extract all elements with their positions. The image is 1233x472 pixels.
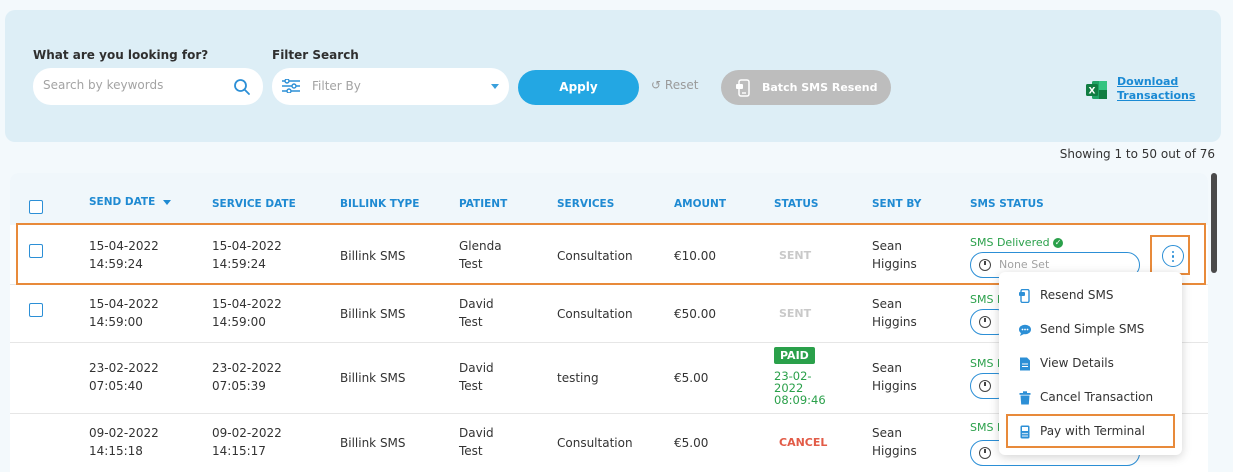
resend-sms-icon: [1019, 289, 1030, 303]
sent-by: Sean Higgins: [872, 297, 917, 329]
actions-highlight: [1150, 235, 1190, 275]
excel-icon[interactable]: X: [1086, 80, 1108, 100]
col-send-date[interactable]: SEND DATE: [89, 196, 172, 208]
amount: €5.00: [674, 371, 709, 385]
filter-placeholder: Filter By: [312, 79, 361, 93]
sent-by: Sean Higgins: [872, 361, 917, 393]
service: Consultation: [557, 436, 633, 450]
send-date: 09-02-2022 14:15:18: [89, 426, 159, 458]
status-badge: SENT: [779, 307, 812, 320]
col-status: STATUS: [774, 198, 819, 210]
sliders-icon: [282, 79, 300, 93]
table-header: SEND DATE SERVICE DATE BILLINK TYPE PATI…: [10, 173, 1208, 225]
download-line1: Download: [1117, 75, 1179, 88]
paid-date: 23-02- 2022 08:09:46: [774, 369, 826, 407]
batch-sms-label: Batch SMS Resend: [762, 81, 878, 94]
service: testing: [557, 371, 599, 385]
search-input[interactable]: [43, 78, 228, 92]
batch-sms-resend-button[interactable]: Batch SMS Resend: [721, 70, 891, 105]
scrollbar[interactable]: [1211, 173, 1217, 273]
filter-select[interactable]: Filter By: [272, 68, 509, 105]
col-billink-type: BILLINK TYPE: [340, 198, 420, 210]
service: Consultation: [557, 307, 633, 321]
menu-item-send-simple-sms[interactable]: Send Simple SMS: [999, 316, 1182, 344]
apply-button[interactable]: Apply: [518, 70, 639, 105]
download-line2: Transactions: [1117, 89, 1196, 102]
status-badge: PAID: [774, 347, 815, 364]
patient: David Test: [459, 297, 494, 329]
trash-icon: [1019, 391, 1031, 405]
amount: €5.00: [674, 436, 709, 450]
col-service-date: SERVICE DATE: [212, 198, 296, 210]
amount: €50.00: [674, 307, 716, 321]
billink-type: Billink SMS: [340, 307, 406, 321]
menu-item-cancel-transaction[interactable]: Cancel Transaction: [999, 384, 1182, 412]
billink-type: Billink SMS: [340, 371, 406, 385]
pay-terminal-highlight: [1006, 414, 1175, 448]
col-patient: PATIENT: [459, 198, 508, 210]
sort-desc-icon[interactable]: [163, 199, 172, 205]
reset-label: Reset: [664, 78, 699, 92]
clock-icon: [979, 447, 991, 459]
send-date: 15-04-2022 14:59:00: [89, 297, 159, 329]
select-all-checkbox[interactable]: [29, 200, 43, 214]
col-sms-status: SMS STATUS: [970, 198, 1044, 210]
filter-label: Filter Search: [272, 48, 359, 62]
batch-sms-icon: [736, 79, 750, 97]
reset-icon: ↺: [651, 78, 662, 92]
chat-bubble-icon: [1019, 324, 1031, 336]
service-date: 15-04-2022 14:59:00: [212, 297, 282, 329]
clock-icon: [979, 380, 991, 392]
status-badge: CANCEL: [779, 436, 828, 449]
clock-icon: [979, 316, 991, 328]
col-amount: AMOUNT: [674, 198, 726, 210]
chevron-down-icon: [491, 84, 499, 89]
showing-count: Showing 1 to 50 out of 76: [1059, 147, 1215, 161]
patient: David Test: [459, 361, 494, 393]
search-box: [33, 68, 263, 105]
col-services: SERVICES: [557, 198, 615, 210]
search-icon[interactable]: [233, 78, 251, 96]
reset-button[interactable]: ↺ Reset: [651, 78, 698, 92]
send-date: 23-02-2022 07:05:40: [89, 361, 159, 393]
menu-item-resend-sms[interactable]: Resend SMS: [999, 282, 1182, 310]
billink-type: Billink SMS: [340, 436, 406, 450]
download-transactions-link[interactable]: Download Transactions: [1117, 75, 1195, 103]
patient: David Test: [459, 426, 494, 458]
service-date: 23-02-2022 07:05:39: [212, 361, 282, 393]
document-icon: [1020, 357, 1030, 371]
menu-item-view-details[interactable]: View Details: [999, 350, 1182, 378]
service-date: 09-02-2022 14:15:17: [212, 426, 282, 458]
col-sent-by: SENT BY: [872, 198, 922, 210]
search-label: What are you looking for?: [33, 48, 209, 62]
sent-by: Sean Higgins: [872, 426, 917, 458]
row-checkbox[interactable]: [29, 303, 43, 317]
svg-text:X: X: [1089, 87, 1096, 97]
